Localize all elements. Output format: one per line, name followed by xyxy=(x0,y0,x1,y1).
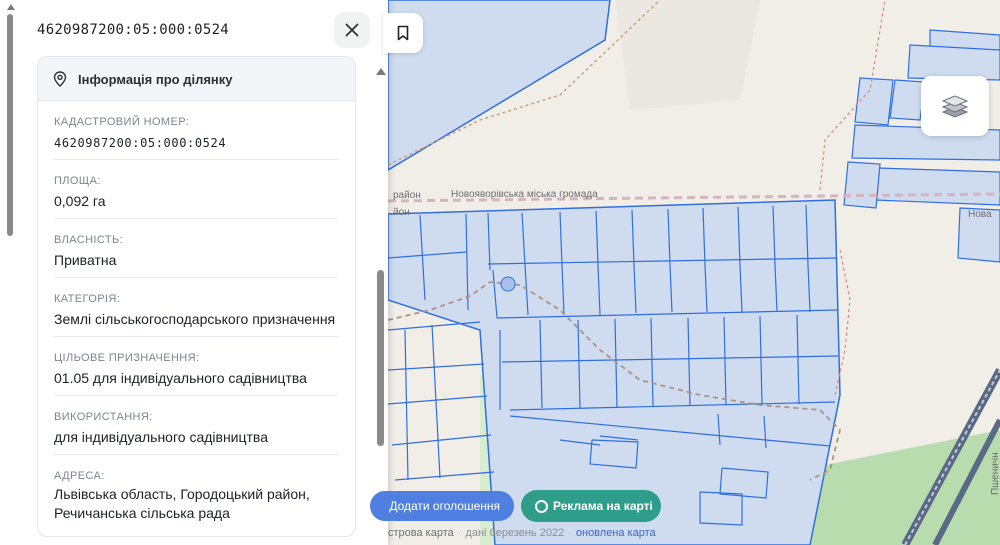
attribution-updated-link[interactable]: оновлена карта xyxy=(576,527,656,539)
map-label-community: Новояворівська міська громада xyxy=(451,189,598,200)
field-value: Приватна xyxy=(54,252,117,268)
parcel-fields: КАДАСТРОВИЙ НОМЕР: 4620987200:05:000:052… xyxy=(54,101,338,525)
field-label: ВИКОРИСТАННЯ: xyxy=(54,411,153,423)
field-usage: ВИКОРИСТАННЯ: для індивідуального садівн… xyxy=(54,396,338,455)
close-icon xyxy=(345,23,359,37)
field-label: КАДАСТРОВИЙ НОМЕР: xyxy=(54,116,190,128)
field-category: КАТЕГОРІЯ: Землі сільськогосподарського … xyxy=(54,278,338,337)
scrollbar-thumb[interactable] xyxy=(7,14,13,236)
location-pin-icon xyxy=(53,71,67,87)
parcel-info-panel: 4620987200:05:000:0524 Інформація про ді… xyxy=(0,0,388,545)
ads-on-map-label: Реклама на карті xyxy=(553,499,653,513)
map-label-street: Пшеничн xyxy=(990,452,1000,495)
attribution-source: строва карта xyxy=(388,527,454,539)
field-value: 4620987200:05:000:0524 xyxy=(54,136,227,150)
scroll-up-icon[interactable] xyxy=(376,68,386,75)
field-label: ВЛАСНІСТЬ: xyxy=(54,234,124,246)
attribution-date: дані березень 2022 xyxy=(465,527,565,539)
map-label-community-right: Нова xyxy=(968,209,992,220)
ads-on-map-button[interactable]: Реклама на карті xyxy=(521,490,661,522)
add-listing-button[interactable]: Додати оголошення xyxy=(370,491,514,521)
card-title: Інформація про ділянку xyxy=(78,72,233,87)
scroll-up-icon[interactable] xyxy=(7,4,15,10)
field-label: КАТЕГОРІЯ: xyxy=(54,293,121,305)
separator: · xyxy=(457,527,462,539)
parcel-info-card: Інформація про ділянку КАДАСТРОВИЙ НОМЕР… xyxy=(37,56,356,537)
field-label: ЦІЛЬОВЕ ПРИЗНАЧЕННЯ: xyxy=(54,352,200,364)
field-ownership: ВЛАСНІСТЬ: Приватна xyxy=(54,219,338,278)
bookmark-button[interactable] xyxy=(383,13,423,53)
field-value: 0,092 га xyxy=(54,193,106,209)
field-cadastral-number: КАДАСТРОВИЙ НОМЕР: 4620987200:05:000:052… xyxy=(54,101,338,160)
card-header: Інформація про ділянку xyxy=(38,57,355,101)
field-label: ПЛОЩА: xyxy=(54,175,101,187)
layers-icon xyxy=(941,95,969,118)
scrollbar-thumb[interactable] xyxy=(377,270,384,446)
layers-button[interactable] xyxy=(921,76,989,136)
circle-icon xyxy=(535,500,548,513)
card-scrollbar[interactable] xyxy=(375,64,387,545)
field-area: ПЛОЩА: 0,092 га xyxy=(54,160,338,219)
close-button[interactable] xyxy=(334,12,370,48)
field-purpose: ЦІЛЬОВЕ ПРИЗНАЧЕННЯ: 01.05 для індивідуа… xyxy=(54,337,338,396)
field-label: АДРЕСА: xyxy=(54,470,105,482)
terrain xyxy=(615,0,760,110)
field-value: Землі сільськогосподарського призначення xyxy=(54,311,336,327)
field-address: АДРЕСА: Львівська область, Городоцький р… xyxy=(54,455,338,525)
field-value: Львівська область, Городоцький район, Ре… xyxy=(54,486,310,521)
panel-title: 4620987200:05:000:0524 xyxy=(37,22,230,38)
map-label-district-2: йон xyxy=(393,207,410,218)
field-value: 01.05 для індивідуального садівництва xyxy=(54,370,307,386)
panel-header: 4620987200:05:000:0524 xyxy=(20,0,375,64)
map-attribution: строва карта · дані березень 2022 · оновлена… xyxy=(388,527,656,543)
separator: · xyxy=(568,527,572,539)
panel-scrollbar[interactable] xyxy=(4,0,16,545)
bookmark-icon xyxy=(397,25,409,41)
selected-parcel-marker[interactable] xyxy=(500,276,516,292)
map-label-district: район xyxy=(393,190,421,201)
field-value: для індивідуального садівництва xyxy=(54,429,268,445)
